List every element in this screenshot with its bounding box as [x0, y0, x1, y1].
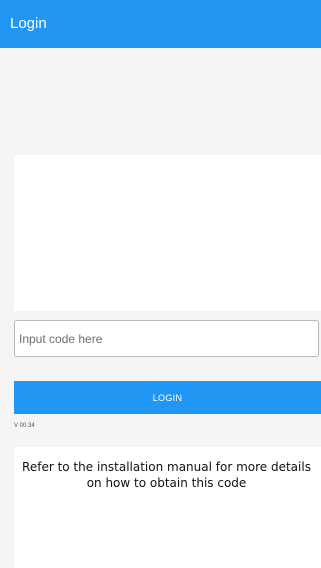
app-bar: Login	[0, 0, 321, 48]
login-screen: Login LOGIN V 00.34 Refer to the install…	[0, 0, 321, 568]
code-display-panel	[14, 155, 321, 311]
version-label: V 00.34	[14, 423, 35, 429]
code-input[interactable]	[14, 320, 319, 357]
login-button[interactable]: LOGIN	[14, 381, 321, 414]
help-text: Refer to the installation manual for mor…	[22, 460, 311, 490]
page-title: Login	[10, 15, 47, 32]
help-panel: Refer to the installation manual for mor…	[14, 447, 321, 568]
